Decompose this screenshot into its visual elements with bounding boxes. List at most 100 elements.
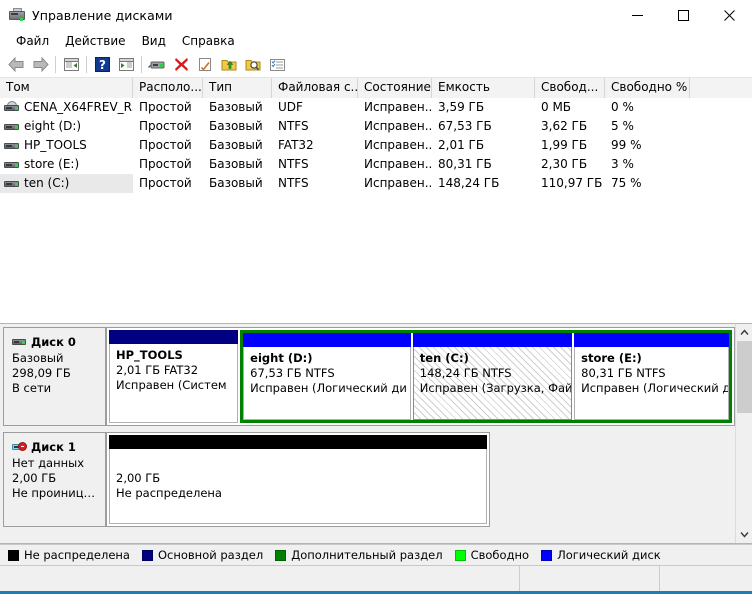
- disk-error-icon: [12, 442, 27, 453]
- table-row[interactable]: ten (C:) Простой Базовый NTFS Исправен..…: [0, 174, 752, 193]
- table-row[interactable]: store (E:) Простой Базовый NTFS Исправен…: [0, 155, 752, 174]
- legend-logical-drive: Логический диск: [541, 548, 661, 562]
- back-icon[interactable]: [4, 54, 28, 76]
- status-panel-2: [520, 566, 660, 591]
- export-list-icon[interactable]: [217, 54, 241, 76]
- cell-type: Базовый: [209, 119, 263, 133]
- legend-extended-partition-swatch: [275, 549, 287, 561]
- cell-filesystem: FAT32: [278, 138, 314, 152]
- scrollbar-track[interactable]: [735, 413, 752, 526]
- cell-status: Исправен...: [364, 119, 432, 133]
- forward-icon[interactable]: [28, 54, 52, 76]
- volume-label: HP_TOOLS: [24, 138, 87, 152]
- legend-extended-partition-label: Дополнительный раздел: [291, 548, 443, 562]
- column-header-volume[interactable]: Том: [0, 78, 133, 98]
- minimize-button[interactable]: [614, 0, 660, 30]
- show-action-pane-icon[interactable]: [114, 54, 138, 76]
- column-header-status[interactable]: Состояние: [358, 78, 432, 98]
- cell-volume[interactable]: ten (C:): [0, 174, 133, 193]
- disk-1-info[interactable]: Диск 1 Нет данных 2,00 ГБ Не проиници...: [3, 432, 106, 527]
- disk-0-type: Базовый: [12, 351, 64, 365]
- rescan-disks-icon[interactable]: [145, 54, 169, 76]
- partition-eight-d-size: 67,53 ГБ NTFS: [250, 366, 335, 380]
- help-icon[interactable]: ?: [90, 54, 114, 76]
- cell-capacity: 67,53 ГБ: [438, 119, 492, 133]
- column-header-capacity[interactable]: Емкость: [432, 78, 535, 98]
- scroll-down-icon[interactable]: [735, 526, 752, 543]
- disk-1-row: Диск 1 Нет данных 2,00 ГБ Не проиници...…: [3, 432, 490, 527]
- properties-icon[interactable]: [193, 54, 217, 76]
- cell-filesystem: NTFS: [278, 157, 309, 171]
- column-header-free-percent[interactable]: Свободно %: [605, 78, 690, 98]
- delete-icon[interactable]: [169, 54, 193, 76]
- partition-store-e[interactable]: store (E:) 80,31 ГБ NTFS Исправен (Логич…: [574, 333, 729, 420]
- volume-list-header: Том Располо... Тип Файловая с... Состоян…: [0, 78, 752, 98]
- cell-capacity: 148,24 ГБ: [438, 176, 500, 190]
- column-header-layout[interactable]: Располо...: [133, 78, 203, 98]
- column-header-type[interactable]: Тип: [203, 78, 272, 98]
- partition-hp-tools-size: 2,01 ГБ FAT32: [116, 363, 199, 377]
- column-header-free-space[interactable]: Свобод...: [535, 78, 605, 98]
- maximize-button[interactable]: [660, 0, 706, 30]
- partition-ten-c-label: ten (C:): [419, 351, 469, 365]
- disk-management-icon: [9, 7, 25, 23]
- graphical-view-pane: Диск 0 Базовый 298,09 ГБ В сети HP_TOOLS…: [0, 324, 752, 544]
- find-icon[interactable]: [241, 54, 265, 76]
- partition-ten-c-body: ten (C:) 148,24 ГБ NTFS Исправен (Загруз…: [412, 347, 573, 420]
- cell-volume[interactable]: CENA_X64FREV_R...: [0, 98, 133, 117]
- cell-filesystem: NTFS: [278, 176, 309, 190]
- list-view-icon[interactable]: [265, 54, 289, 76]
- cell-free-percent: 3 %: [611, 157, 634, 171]
- show-hide-console-tree-icon[interactable]: [59, 54, 83, 76]
- partition-ten-c-status: Исправен (Загрузка, Файл по: [419, 381, 573, 395]
- scrollbar-thumb[interactable]: [736, 341, 752, 413]
- cell-volume[interactable]: eight (D:): [0, 117, 133, 136]
- hard-disk-icon: [4, 139, 20, 153]
- cell-free-space: 3,62 ГБ: [541, 119, 588, 133]
- cell-status: Исправен...: [364, 100, 432, 114]
- cell-volume[interactable]: HP_TOOLS: [0, 136, 133, 155]
- scroll-up-icon[interactable]: [735, 324, 752, 341]
- partition-unallocated[interactable]: 2,00 ГБ Не распределена: [109, 435, 487, 524]
- legend-primary-partition-swatch: [141, 549, 153, 561]
- disk-0-info[interactable]: Диск 0 Базовый 298,09 ГБ В сети: [3, 327, 106, 426]
- cell-layout: Простой: [139, 157, 192, 171]
- cell-filesystem: NTFS: [278, 119, 309, 133]
- table-row[interactable]: HP_TOOLS Простой Базовый FAT32 Исправен.…: [0, 136, 752, 155]
- cell-free-percent: 5 %: [611, 119, 634, 133]
- disk-1-status: Не проиници...: [12, 486, 99, 500]
- partition-eight-d[interactable]: eight (D:) 67,53 ГБ NTFS Исправен (Логич…: [243, 333, 411, 420]
- cell-free-space: 2,30 ГБ: [541, 157, 588, 171]
- close-button[interactable]: [706, 0, 752, 30]
- partition-eight-d-label: eight (D:): [250, 351, 313, 365]
- column-header-filesystem[interactable]: Файловая с...: [272, 78, 358, 98]
- disk-1-track: 2,00 ГБ Не распределена: [106, 432, 490, 527]
- cell-status: Исправен...: [364, 138, 432, 152]
- partition-hp-tools-colorbar: [109, 330, 239, 344]
- table-row[interactable]: eight (D:) Простой Базовый NTFS Исправен…: [0, 117, 752, 136]
- partition-store-e-size: 80,31 ГБ NTFS: [581, 366, 666, 380]
- cell-type: Базовый: [209, 157, 263, 171]
- cell-free-percent: 0 %: [611, 100, 634, 114]
- table-row[interactable]: CENA_X64FREV_R... Простой Базовый UDF Ис…: [0, 98, 752, 117]
- menu-file[interactable]: Файл: [8, 32, 57, 50]
- partition-hp-tools[interactable]: HP_TOOLS 2,01 ГБ FAT32 Исправен (Систем: [109, 330, 239, 423]
- disk-1-type: Нет данных: [12, 456, 84, 470]
- cd-drive-icon: [4, 100, 20, 115]
- volume-list-pane: Том Располо... Тип Файловая с... Состоян…: [0, 78, 752, 324]
- menu-help[interactable]: Справка: [174, 32, 243, 50]
- toolbar-separator: [86, 56, 87, 73]
- column-header-spacer[interactable]: [690, 78, 752, 98]
- legend-free-space-label: Свободно: [470, 548, 530, 562]
- partition-ten-c[interactable]: ten (C:) 148,24 ГБ NTFS Исправен (Загруз…: [412, 333, 573, 420]
- legend-unallocated-label: Не распределена: [24, 548, 130, 562]
- legend-primary-partition-label: Основной раздел: [157, 548, 264, 562]
- graphical-view-scrollbar[interactable]: [735, 324, 752, 543]
- menu-view[interactable]: Вид: [134, 32, 174, 50]
- partition-ten-c-size: 148,24 ГБ NTFS: [419, 366, 512, 380]
- menu-bar: Файл Действие Вид Справка: [0, 30, 752, 52]
- partition-unallocated-colorbar: [109, 435, 487, 449]
- window-title: Управление дисками: [32, 7, 173, 23]
- cell-volume[interactable]: store (E:): [0, 155, 133, 174]
- menu-action[interactable]: Действие: [57, 32, 133, 50]
